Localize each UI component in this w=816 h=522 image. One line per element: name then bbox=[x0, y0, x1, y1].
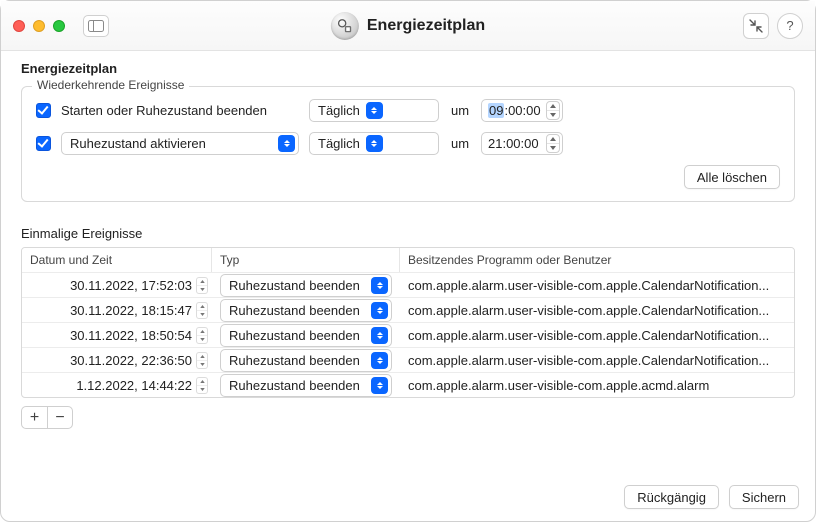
sleep-checkbox[interactable] bbox=[36, 136, 51, 151]
add-remove-controls: + − bbox=[21, 406, 795, 429]
onetime-events-table: Datum und Zeit Typ Besitzendes Programm … bbox=[21, 247, 795, 398]
row-type-select[interactable]: Ruhezustand beenden bbox=[220, 274, 392, 297]
table-row[interactable]: 30.11.2022, 22:36:50 Ruhezustand beenden… bbox=[22, 347, 794, 372]
cell-type[interactable]: Ruhezustand beenden bbox=[212, 349, 400, 372]
time-rest: :00:00 bbox=[504, 103, 540, 118]
at-label: um bbox=[449, 136, 471, 151]
cell-datetime[interactable]: 30.11.2022, 22:36:50 bbox=[22, 352, 212, 369]
add-button[interactable]: + bbox=[21, 406, 47, 429]
chevron-updown-icon bbox=[371, 327, 388, 344]
column-datetime[interactable]: Datum und Zeit bbox=[22, 248, 212, 272]
time-value: 21:00:00 bbox=[488, 136, 539, 151]
datetime-value: 30.11.2022, 17:52:03 bbox=[30, 278, 192, 293]
table-row[interactable]: 30.11.2022, 18:50:54 Ruhezustand beenden… bbox=[22, 322, 794, 347]
datetime-stepper[interactable] bbox=[196, 302, 208, 319]
page-title: Energiezeitplan bbox=[21, 61, 799, 76]
sleep-time-field[interactable]: 21:00:00 bbox=[481, 132, 563, 155]
cell-datetime[interactable]: 30.11.2022, 18:50:54 bbox=[22, 327, 212, 344]
collapse-button[interactable] bbox=[743, 13, 769, 39]
type-value: Ruhezustand beenden bbox=[229, 328, 365, 343]
datetime-stepper[interactable] bbox=[196, 352, 208, 369]
start-or-wake-checkbox[interactable] bbox=[36, 103, 51, 118]
column-type[interactable]: Typ bbox=[212, 248, 400, 272]
recurring-events-group: Wiederkehrende Ereignisse Starten oder R… bbox=[21, 86, 795, 202]
sleep-frequency-select[interactable]: Täglich bbox=[309, 132, 439, 155]
row-type-select[interactable]: Ruhezustand beenden bbox=[220, 374, 392, 397]
cell-owner: com.apple.alarm.user-visible-com.apple.C… bbox=[400, 278, 794, 293]
table-row[interactable]: 1.12.2022, 14:44:22 Ruhezustand beenden … bbox=[22, 372, 794, 397]
cell-owner: com.apple.alarm.user-visible-com.apple.C… bbox=[400, 328, 794, 343]
datetime-value: 1.12.2022, 14:44:22 bbox=[30, 378, 192, 393]
cell-datetime[interactable]: 30.11.2022, 18:15:47 bbox=[22, 302, 212, 319]
cell-owner: com.apple.alarm.user-visible-com.apple.C… bbox=[400, 353, 794, 368]
recurring-row-start-or-wake: Starten oder Ruhezustand beenden Täglich… bbox=[36, 99, 780, 122]
cell-owner: com.apple.alarm.user-visible-com.apple.a… bbox=[400, 378, 794, 393]
type-value: Ruhezustand beenden bbox=[229, 303, 365, 318]
column-owner[interactable]: Besitzendes Programm oder Benutzer bbox=[400, 248, 794, 272]
cell-type[interactable]: Ruhezustand beenden bbox=[212, 324, 400, 347]
zoom-icon[interactable] bbox=[53, 20, 65, 32]
time-stepper[interactable] bbox=[546, 101, 560, 120]
chevron-updown-icon bbox=[366, 102, 383, 119]
cell-datetime[interactable]: 30.11.2022, 17:52:03 bbox=[22, 277, 212, 294]
window-title: Energiezeitplan bbox=[367, 17, 485, 35]
type-value: Ruhezustand beenden bbox=[229, 278, 365, 293]
table-row[interactable]: 30.11.2022, 18:15:47 Ruhezustand beenden… bbox=[22, 297, 794, 322]
clear-all-button[interactable]: Alle löschen bbox=[684, 165, 780, 189]
app-icon bbox=[331, 12, 359, 40]
cell-owner: com.apple.alarm.user-visible-com.apple.C… bbox=[400, 303, 794, 318]
frequency-value: Täglich bbox=[318, 136, 360, 151]
type-value: Ruhezustand beenden bbox=[229, 353, 365, 368]
start-or-wake-time-field[interactable]: 09:00:00 bbox=[481, 99, 563, 122]
row-type-select[interactable]: Ruhezustand beenden bbox=[220, 324, 392, 347]
datetime-stepper[interactable] bbox=[196, 377, 208, 394]
datetime-value: 30.11.2022, 22:36:50 bbox=[30, 353, 192, 368]
close-icon[interactable] bbox=[13, 20, 25, 32]
chevron-updown-icon bbox=[366, 135, 383, 152]
datetime-stepper[interactable] bbox=[196, 277, 208, 294]
chevron-updown-icon bbox=[371, 352, 388, 369]
chevron-updown-icon bbox=[371, 377, 388, 394]
start-or-wake-label: Starten oder Ruhezustand beenden bbox=[61, 103, 299, 118]
revert-button[interactable]: Rückgängig bbox=[624, 485, 719, 509]
sidebar-toggle-button[interactable] bbox=[83, 15, 109, 37]
chevron-updown-icon bbox=[371, 277, 388, 294]
datetime-value: 30.11.2022, 18:50:54 bbox=[30, 328, 192, 343]
remove-button[interactable]: − bbox=[47, 406, 73, 429]
window-controls bbox=[13, 20, 65, 32]
sleep-action-select[interactable]: Ruhezustand aktivieren bbox=[61, 132, 299, 155]
cell-type[interactable]: Ruhezustand beenden bbox=[212, 299, 400, 322]
chevron-updown-icon bbox=[278, 135, 295, 152]
minimize-icon[interactable] bbox=[33, 20, 45, 32]
frequency-value: Täglich bbox=[318, 103, 360, 118]
onetime-events-label: Einmalige Ereignisse bbox=[21, 226, 799, 241]
action-value: Ruhezustand aktivieren bbox=[70, 136, 272, 151]
cell-datetime[interactable]: 1.12.2022, 14:44:22 bbox=[22, 377, 212, 394]
time-stepper[interactable] bbox=[546, 134, 560, 153]
titlebar: Energiezeitplan ? bbox=[1, 1, 815, 51]
save-button[interactable]: Sichern bbox=[729, 485, 799, 509]
row-type-select[interactable]: Ruhezustand beenden bbox=[220, 299, 392, 322]
table-row[interactable]: 30.11.2022, 17:52:03 Ruhezustand beenden… bbox=[22, 272, 794, 297]
datetime-stepper[interactable] bbox=[196, 327, 208, 344]
cell-type[interactable]: Ruhezustand beenden bbox=[212, 374, 400, 397]
table-header: Datum und Zeit Typ Besitzendes Programm … bbox=[22, 248, 794, 272]
at-label: um bbox=[449, 103, 471, 118]
row-type-select[interactable]: Ruhezustand beenden bbox=[220, 349, 392, 372]
help-button[interactable]: ? bbox=[777, 13, 803, 39]
chevron-updown-icon bbox=[371, 302, 388, 319]
type-value: Ruhezustand beenden bbox=[229, 378, 365, 393]
recurring-row-sleep: Ruhezustand aktivieren Täglich um 21:00:… bbox=[36, 132, 780, 155]
cell-type[interactable]: Ruhezustand beenden bbox=[212, 274, 400, 297]
datetime-value: 30.11.2022, 18:15:47 bbox=[30, 303, 192, 318]
recurring-group-label: Wiederkehrende Ereignisse bbox=[32, 78, 189, 92]
time-hours-selected: 09 bbox=[488, 103, 504, 118]
start-or-wake-frequency-select[interactable]: Täglich bbox=[309, 99, 439, 122]
